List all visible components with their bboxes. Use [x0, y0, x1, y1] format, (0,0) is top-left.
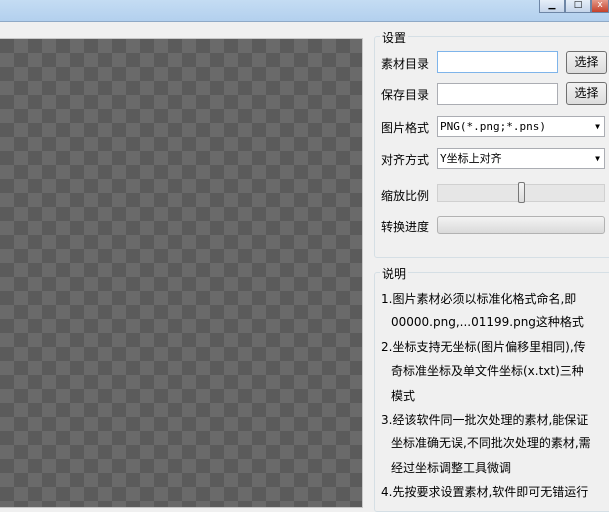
source-select-button[interactable]: 选择	[566, 51, 607, 74]
chevron-down-icon: ▼	[595, 122, 600, 131]
save-select-button[interactable]: 选择	[566, 82, 607, 105]
save-dir-input[interactable]	[437, 83, 558, 105]
chevron-down-icon: ▼	[595, 154, 600, 163]
preview-canvas[interactable]	[0, 38, 363, 508]
source-dir-input[interactable]	[437, 51, 558, 73]
progress-label: 转换进度	[381, 220, 430, 234]
align-label: 对齐方式	[381, 153, 430, 167]
format-label: 图片格式	[381, 121, 430, 135]
format-value: PNG(*.png;*.pns)	[440, 120, 546, 133]
slider-thumb[interactable]	[518, 182, 525, 203]
minimize-button[interactable]: ▁	[539, 0, 565, 13]
progress-bar	[437, 216, 605, 234]
note-line: 2.坐标支持无坐标(图片偏移里相同),传	[381, 340, 586, 354]
note-line: 经过坐标调整工具微调	[391, 461, 512, 475]
note-line: 坐标准确无误,不同批次处理的素材,需	[391, 436, 591, 450]
note-line: 1.图片素材必须以标准化格式命名,即	[381, 292, 577, 306]
settings-title: 设置	[380, 29, 409, 46]
source-dir-label: 素材目录	[381, 57, 430, 71]
scale-slider[interactable]	[437, 182, 605, 203]
note-line: 4.先按要求设置素材,软件即可无错运行	[381, 485, 589, 499]
note-line: 00000.png,...01199.png这种格式	[391, 315, 584, 329]
title-bar: ▁ □ x	[0, 0, 609, 22]
save-dir-label: 保存目录	[381, 88, 430, 102]
maximize-button[interactable]: □	[565, 0, 591, 13]
scale-label: 缩放比例	[381, 189, 430, 203]
note-line: 3.经该软件同一批次处理的素材,能保证	[381, 413, 589, 427]
notes-title: 说明	[380, 265, 409, 282]
close-button[interactable]: x	[591, 0, 609, 13]
note-line: 奇标准坐标及单文件坐标(x.txt)三种	[391, 364, 584, 378]
align-value: Y坐标上对齐	[440, 152, 502, 165]
note-line: 模式	[391, 389, 416, 403]
align-select[interactable]: Y坐标上对齐 ▼	[437, 148, 605, 169]
format-select[interactable]: PNG(*.png;*.pns) ▼	[437, 116, 605, 137]
